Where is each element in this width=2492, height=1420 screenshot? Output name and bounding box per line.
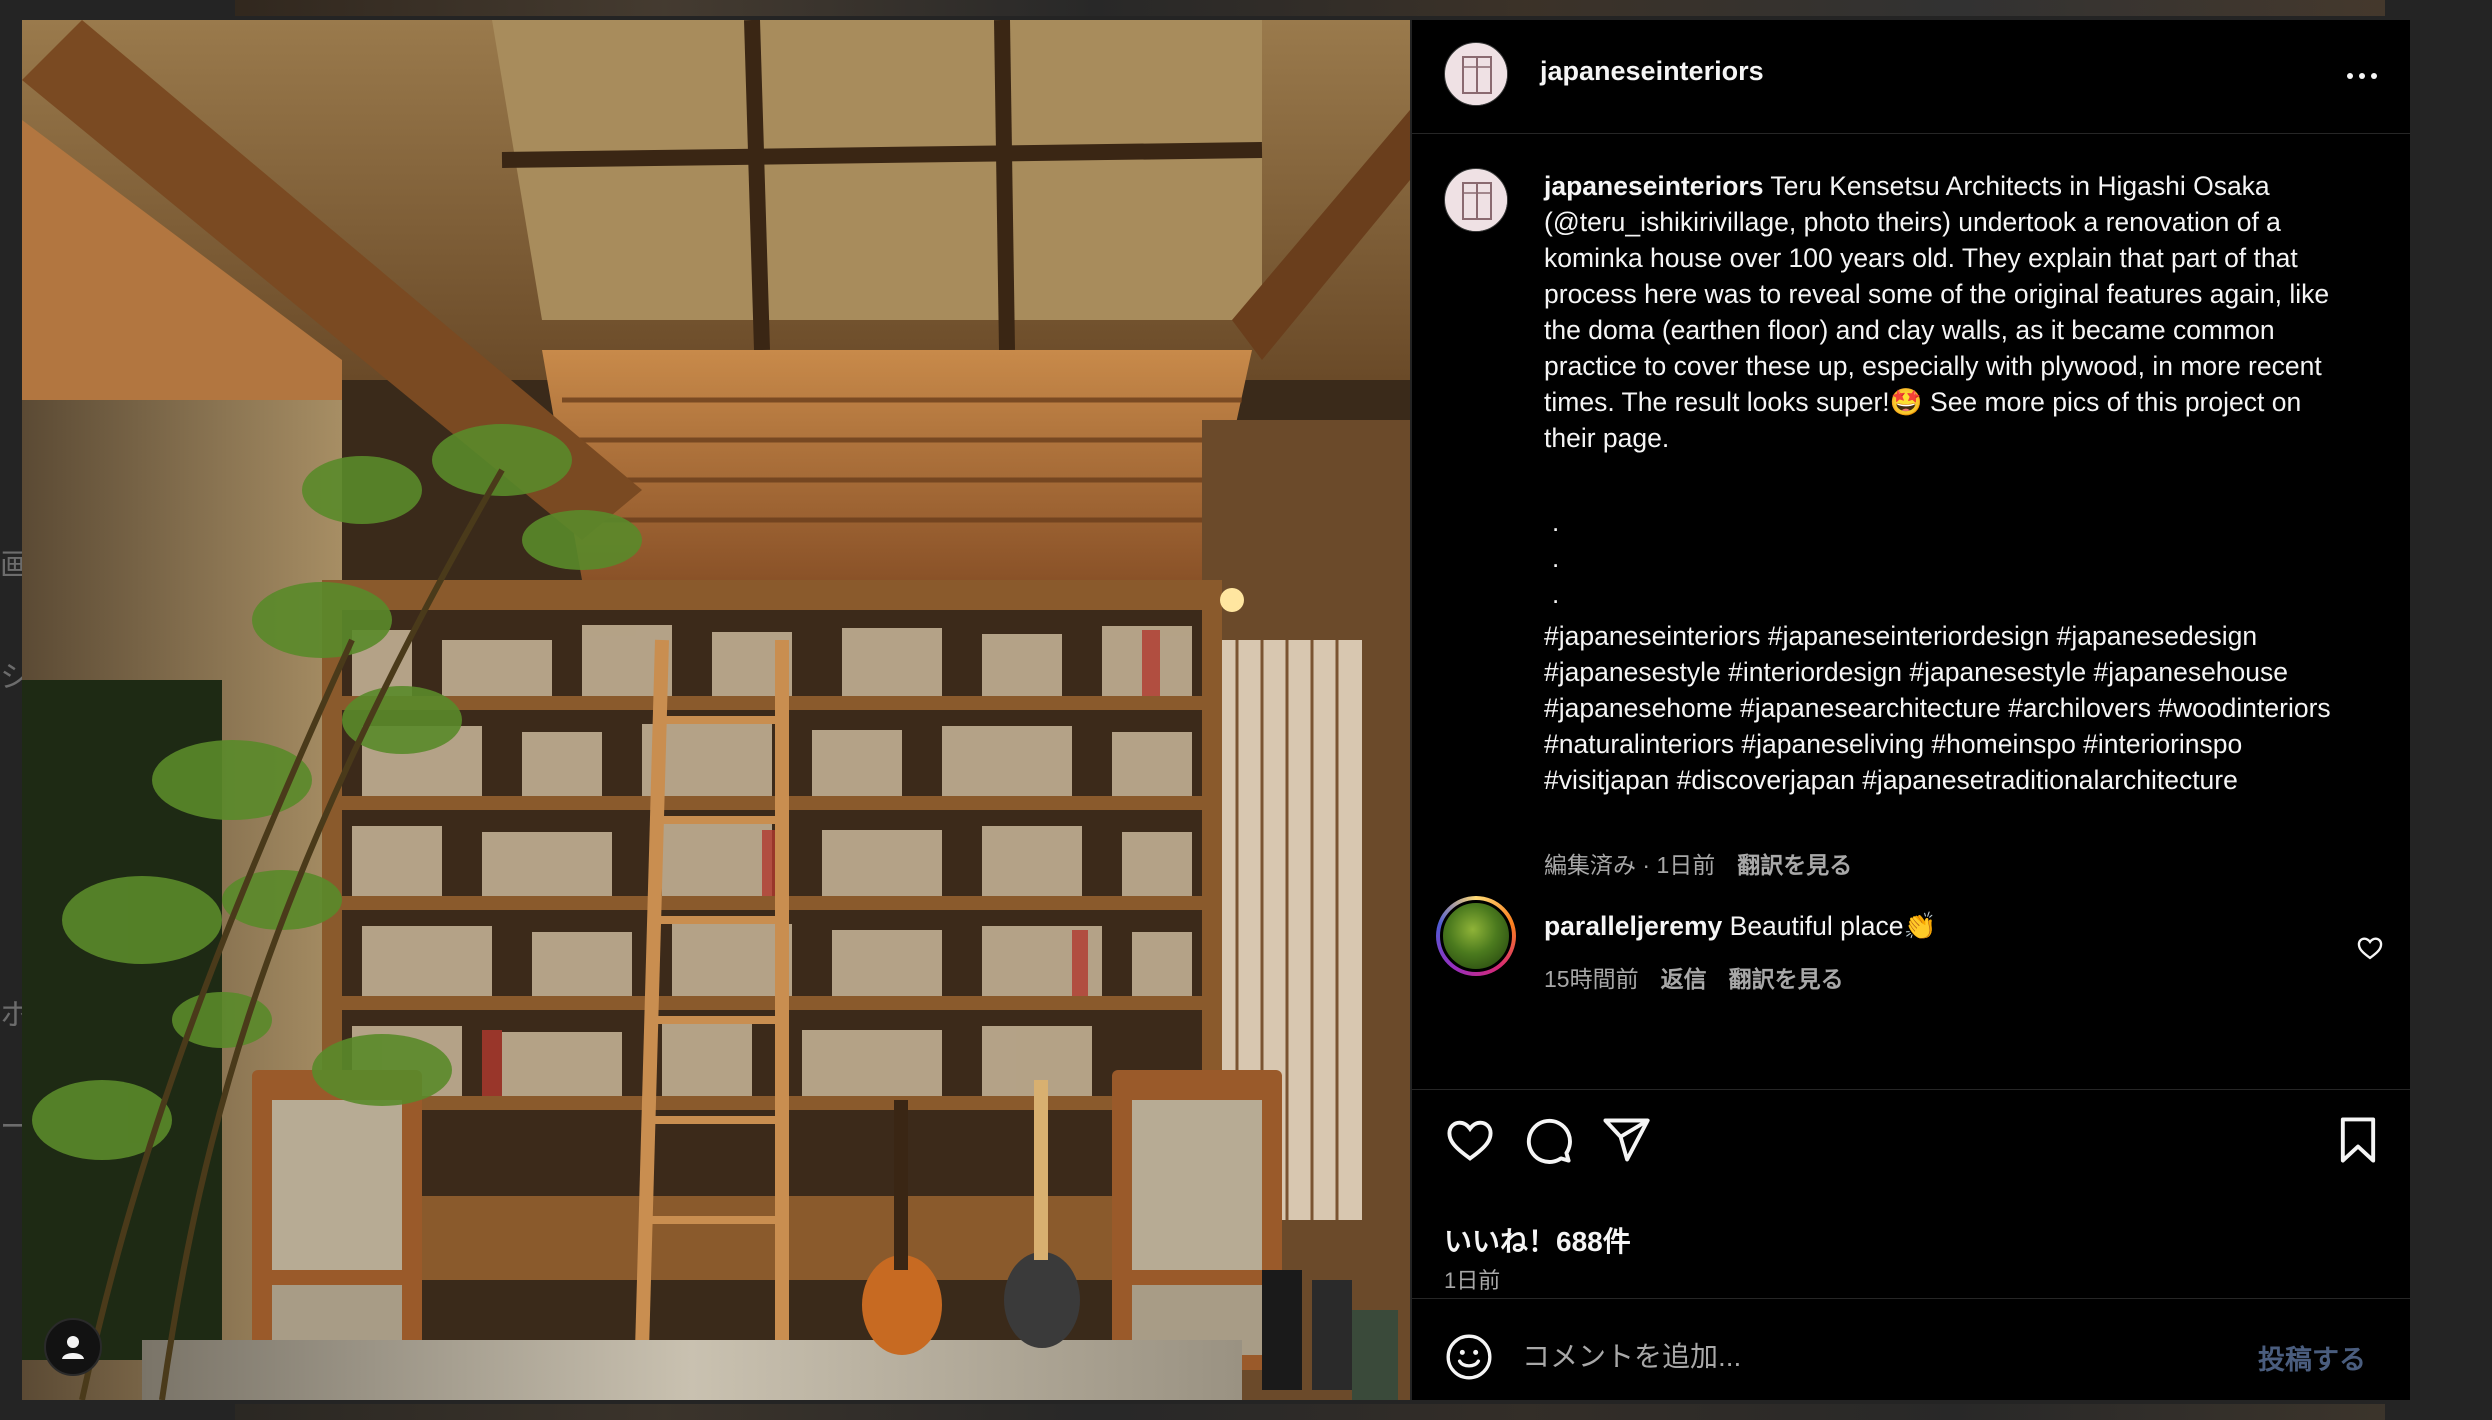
add-comment-input[interactable]: [1522, 1332, 2202, 1382]
likes-count[interactable]: いいね！688件: [1444, 1220, 1631, 1260]
caption-hashtags: #japaneseinteriors #japaneseinteriordesi…: [1544, 621, 2331, 795]
post-caption: japaneseinteriors Teru Kensetsu Architec…: [1544, 168, 2354, 456]
comment-bubble-icon[interactable]: [1522, 1114, 1574, 1166]
edited-timestamp: 編集済み · 1日前: [1544, 852, 1716, 878]
post-image-illustration: [22, 20, 1410, 1400]
avatar-logo-icon: [1446, 44, 1507, 105]
share-send-icon[interactable]: [1600, 1114, 1652, 1166]
backdrop-grid-bottom: [235, 1404, 2385, 1420]
caption-username[interactable]: japaneseinteriors: [1544, 171, 1763, 201]
comment-translate-button[interactable]: 翻訳を見る: [1729, 960, 1844, 994]
more-horizontal-icon: [2347, 73, 2353, 79]
avatar-logo-icon: [1446, 170, 1507, 231]
emoji-picker-icon[interactable]: [1444, 1332, 1494, 1382]
save-bookmark-icon[interactable]: [2332, 1114, 2384, 1166]
caption-dots: . . .: [1552, 507, 1560, 609]
post-image[interactable]: [22, 20, 1410, 1400]
see-translation-button[interactable]: 翻訳を見る: [1737, 846, 1852, 880]
caption-meta: 編集済み · 1日前 翻訳を見る: [1544, 846, 1852, 880]
backdrop-grid-top: [235, 0, 2385, 16]
caption-text: Teru Kensetsu Architects in Higashi Osak…: [1544, 171, 2330, 417]
commenter-avatar[interactable]: [1436, 896, 1516, 976]
post-date: 1日前: [1444, 1268, 1501, 1293]
author-avatar[interactable]: [1444, 42, 1508, 106]
side-glyph: ー: [0, 1110, 30, 1145]
side-glyph: ホ: [0, 998, 30, 1033]
post-comment-button[interactable]: 投稿する: [2258, 1338, 2366, 1377]
side-glyph: シ: [0, 660, 30, 695]
comment-meta: 15時間前 返信 翻訳を見る: [1544, 960, 1844, 994]
comment-text: Beautiful place: [1729, 911, 1904, 941]
like-heart-icon[interactable]: [1444, 1114, 1496, 1166]
side-glyph: 画: [0, 548, 30, 583]
user-icon: [62, 1336, 84, 1359]
comment-emoji: 👏: [1903, 911, 1937, 941]
post-header: japaneseinteriors: [1412, 20, 2410, 134]
more-options-button[interactable]: [2332, 56, 2392, 96]
caption-author-avatar[interactable]: [1444, 168, 1508, 232]
reply-button[interactable]: 返信: [1661, 960, 1707, 994]
author-username[interactable]: japaneseinteriors: [1540, 56, 1764, 87]
comment-timestamp: 15時間前: [1544, 966, 1639, 992]
divider: [1412, 1298, 2410, 1299]
caption-emoji: 🤩: [1889, 387, 1923, 417]
commenter-username[interactable]: paralleljeremy: [1544, 911, 1722, 941]
divider: [1412, 1089, 2410, 1090]
comment: paralleljeremy Beautiful place👏: [1544, 911, 1936, 942]
post-details-panel: japaneseinteriors japaneseinteriors Teru…: [1412, 20, 2410, 1400]
comment-like-heart-icon[interactable]: [2356, 934, 2384, 962]
account-switcher-button[interactable]: [44, 1318, 102, 1376]
